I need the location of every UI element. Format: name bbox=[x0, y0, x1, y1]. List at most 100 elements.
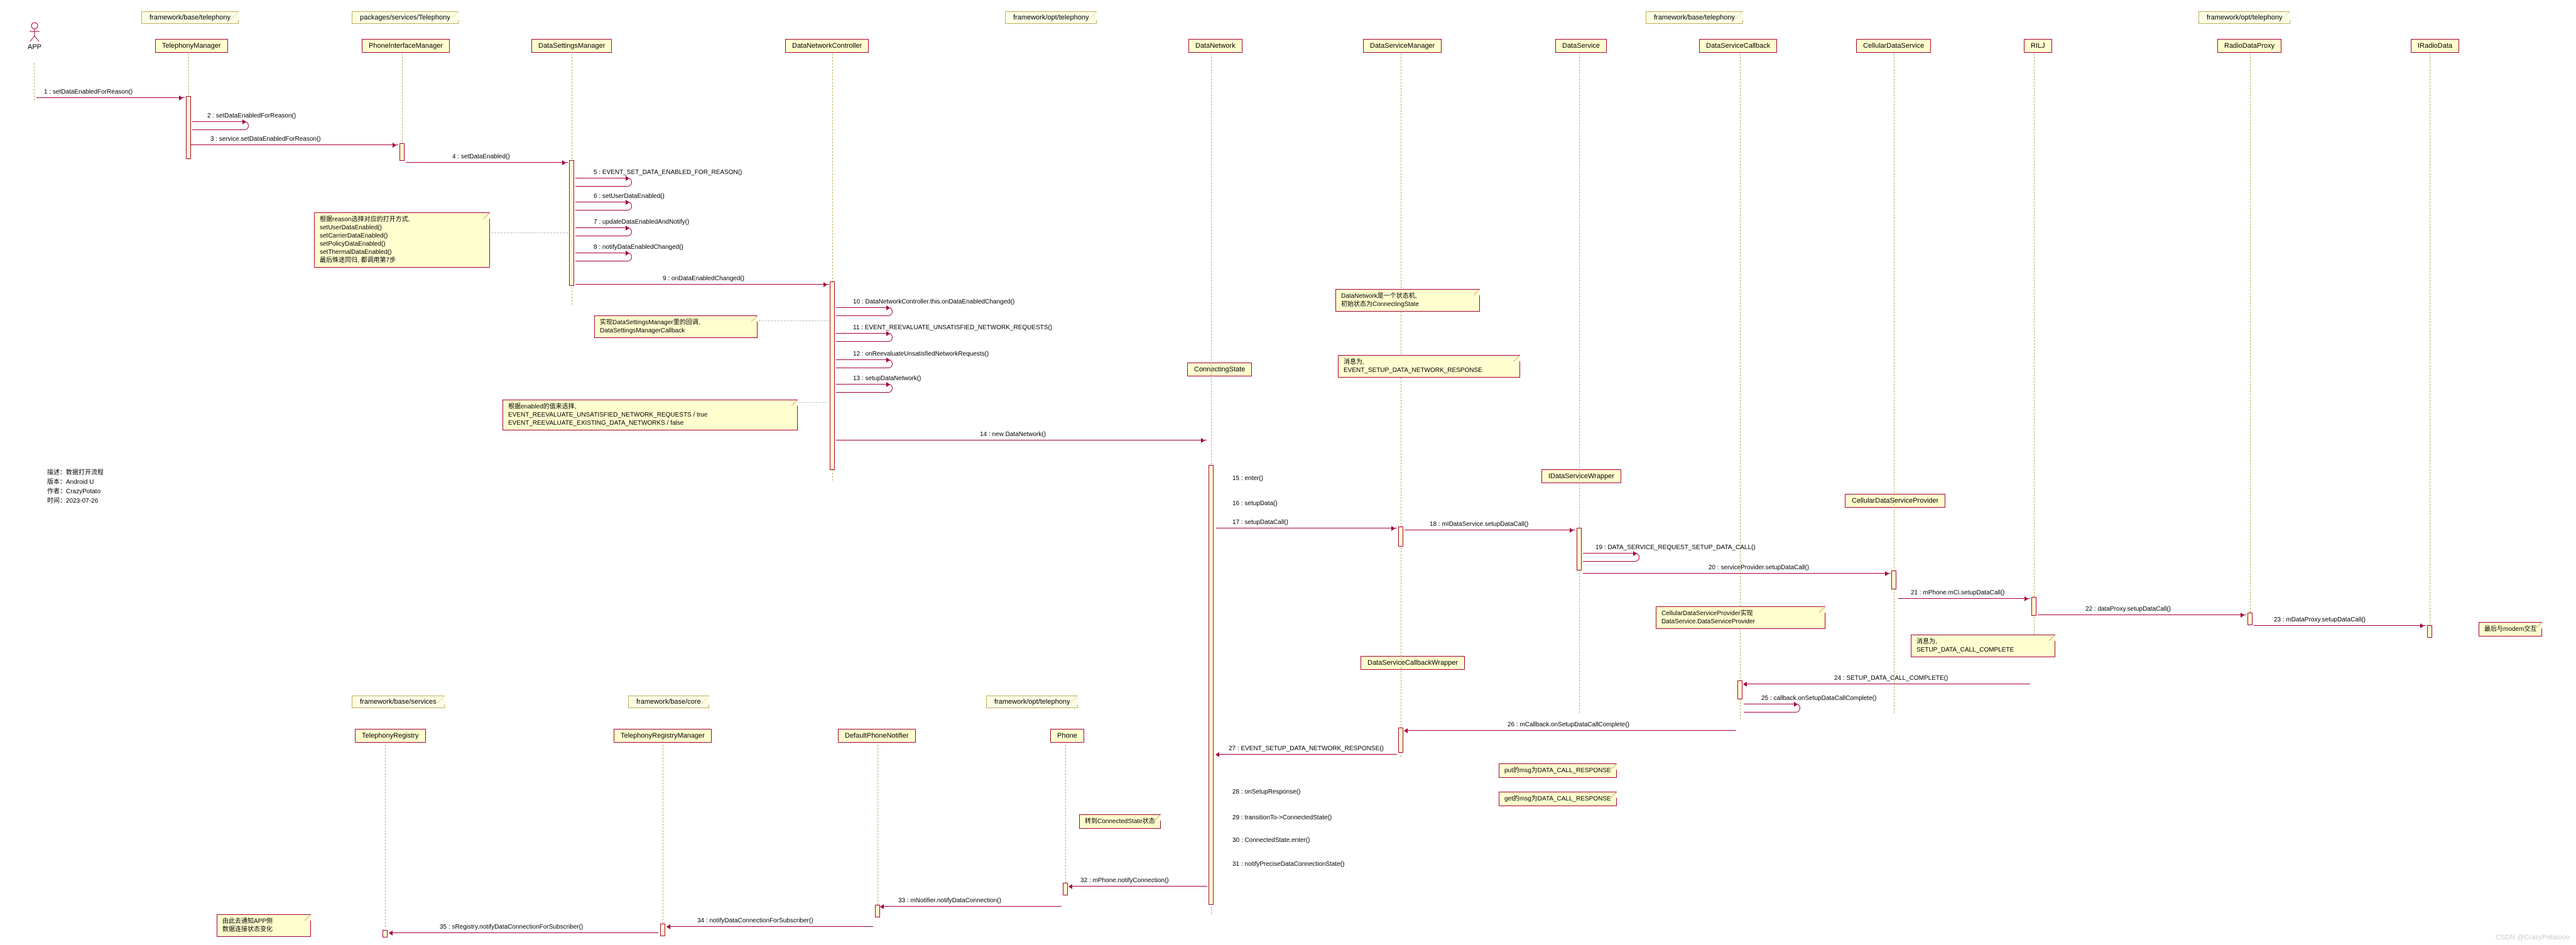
message-arrow bbox=[1583, 573, 1891, 574]
activation bbox=[569, 160, 574, 286]
note-line: DataSettingsManagerCallback bbox=[600, 327, 752, 335]
message-label: 33 : mNotifier.notifyDataConnection() bbox=[898, 897, 1001, 904]
message-arrow bbox=[1744, 704, 1800, 713]
message-label: 34 : notifyDataConnectionForSubscriber() bbox=[697, 917, 813, 924]
message-arrow bbox=[881, 906, 1062, 907]
message-arrow bbox=[389, 932, 658, 933]
message-label: 9 : onDataEnabledChanged() bbox=[663, 275, 744, 282]
participant: DataService bbox=[1555, 39, 1607, 53]
message-label: 27 : EVENT_SETUP_DATA_NETWORK_RESPONSE() bbox=[1229, 745, 1384, 752]
message-label: 35 : sRegistry.notifyDataConnectionForSu… bbox=[440, 924, 583, 931]
message-arrow bbox=[575, 178, 632, 187]
participant: DataServiceCallbackWrapper bbox=[1361, 656, 1465, 670]
message-arrow bbox=[836, 359, 893, 368]
note-line: DataNetwork是一个状态机, bbox=[1341, 292, 1474, 300]
participant: TelephonyRegistry bbox=[355, 729, 426, 743]
participant: CellularDataService bbox=[1856, 39, 1931, 53]
note-line: 根据reason选择对应的打开方式, bbox=[320, 216, 484, 224]
package-box: framework/opt/telephony bbox=[1005, 11, 1097, 24]
message-label: 12 : onReevaluateUnsatisfiedNetworkReque… bbox=[853, 351, 989, 358]
message-arrow bbox=[836, 384, 893, 393]
message-label: 21 : mPhone.mCi.setupDataCall() bbox=[1911, 589, 2005, 596]
participant: DataServiceCallback bbox=[1699, 39, 1777, 53]
activation bbox=[660, 924, 665, 936]
activation bbox=[1891, 571, 1896, 589]
message-label: 25 : callback.onSetupDataCallComplete() bbox=[1761, 695, 1876, 702]
note: 由此去通知APP侧 数据连接状态变化 bbox=[217, 914, 311, 937]
activation bbox=[1737, 680, 1742, 699]
participant: DefaultPhoneNotifier bbox=[838, 729, 916, 743]
note-line: 消息为, bbox=[1344, 358, 1514, 366]
note: 消息为, SETUP_DATA_CALL_COMPLETE bbox=[1911, 635, 2055, 657]
participant: IDataServiceWrapper bbox=[1541, 469, 1621, 483]
activation bbox=[1398, 728, 1403, 753]
note-line: setPolicyDataEnabled() bbox=[320, 240, 484, 248]
note-line: 根据enabled的值来选择, bbox=[508, 403, 792, 411]
message-arrow bbox=[667, 926, 873, 927]
note-connector bbox=[759, 320, 829, 321]
message-arrow bbox=[575, 202, 632, 210]
message-arrow bbox=[1583, 553, 1639, 562]
note-line: CellularDataServiceProvider实现 bbox=[1661, 609, 1820, 618]
message-label: 18 : mIDataService.setupDataCall() bbox=[1430, 521, 1528, 528]
note-line: DataService.DataServiceProvider bbox=[1661, 618, 1820, 626]
participant: PhoneInterfaceManager bbox=[362, 39, 450, 53]
package-box: framework/opt/telephony bbox=[986, 696, 1078, 708]
message-label: 23 : mDataProxy.setupDataCall() bbox=[2274, 616, 2366, 623]
meta-line: 时间：2023-07-26 bbox=[47, 496, 104, 506]
note: 根据enabled的值来选择, EVENT_REEVALUATE_UNSATIS… bbox=[503, 400, 798, 430]
note-line: SETUP_DATA_CALL_COMPLETE bbox=[1916, 646, 2050, 654]
participant: DataNetworkController bbox=[785, 39, 869, 53]
note: 根据reason选择对应的打开方式, setUserDataEnabled() … bbox=[314, 212, 490, 268]
participant: Phone bbox=[1050, 729, 1084, 743]
note-line: 实现DataSettingsManager里的回调, bbox=[600, 319, 752, 327]
message-label: 19 : DATA_SERVICE_REQUEST_SETUP_DATA_CAL… bbox=[1595, 544, 1756, 551]
message-label: 7 : updateDataEnabledAndNotify() bbox=[594, 219, 689, 226]
note-line: setCarrierDataEnabled() bbox=[320, 232, 484, 240]
message-arrow bbox=[575, 284, 829, 285]
participant: RILJ bbox=[2024, 39, 2052, 53]
activation bbox=[830, 281, 835, 470]
message-label: 20 : serviceProvider.setupDataCall() bbox=[1709, 564, 1809, 571]
message-label: 6 : setUserDataEnabled() bbox=[594, 193, 665, 200]
lifeline bbox=[2250, 53, 2251, 625]
message-arrow bbox=[575, 227, 632, 236]
note-connector bbox=[799, 402, 830, 403]
message-arrow bbox=[836, 307, 893, 316]
message-arrow bbox=[36, 97, 185, 98]
watermark: CSDN @CrazyPotatooo bbox=[2496, 934, 2570, 941]
message-label: 17 : setupDataCall() bbox=[1232, 519, 1288, 526]
note-line: 最后殊途同归, 都调用第7步 bbox=[320, 256, 484, 265]
message-label: 2 : setDataEnabledForReason() bbox=[207, 112, 296, 119]
participant: DataServiceManager bbox=[1363, 39, 1442, 53]
note: 转到ConnectedState状态 bbox=[1079, 814, 1161, 829]
message-label: 5 : EVENT_SET_DATA_ENABLED_FOR_REASON() bbox=[594, 169, 742, 176]
message-label: 11 : EVENT_REEVALUATE_UNSATISFIED_NETWOR… bbox=[853, 324, 1052, 331]
message-arrow bbox=[1216, 754, 1397, 755]
lifeline bbox=[385, 745, 386, 927]
participant: RadioDataProxy bbox=[2217, 39, 2281, 53]
message-label: 24 : SETUP_DATA_CALL_COMPLETE() bbox=[1834, 675, 1948, 682]
message-label: 3 : service.setDataEnabledForReason() bbox=[210, 136, 321, 143]
lifeline bbox=[1579, 53, 1580, 713]
lifeline bbox=[1065, 745, 1066, 889]
message-label: 4 : setDataEnabled() bbox=[452, 153, 510, 160]
message-label: 14 : new DataNetwork() bbox=[980, 431, 1046, 438]
lifeline bbox=[2034, 53, 2035, 644]
stick-figure-icon bbox=[28, 22, 41, 42]
message-label: 16 : setupData() bbox=[1232, 500, 1278, 507]
message-label: 8 : notifyDataEnabledChanged() bbox=[594, 244, 683, 251]
participant: DataNetwork bbox=[1188, 39, 1242, 53]
note-line: EVENT_SETUP_DATA_NETWORK_RESPONSE bbox=[1344, 366, 1514, 374]
message-arrow bbox=[2254, 625, 2426, 626]
activation bbox=[399, 143, 405, 161]
note-line: 初始状态为ConnectingState bbox=[1341, 300, 1474, 309]
note-line: EVENT_REEVALUATE_EXISTING_DATA_NETWORKS … bbox=[508, 419, 792, 427]
activation bbox=[1398, 527, 1403, 547]
participant: IRadioData bbox=[2411, 39, 2459, 53]
meta-line: 版本：Android U bbox=[47, 478, 104, 487]
note: 实现DataSettingsManager里的回调, DataSettingsM… bbox=[594, 315, 758, 338]
package-box: framework/opt/telephony bbox=[2198, 11, 2290, 24]
message-label: 31 : notifyPreciseDataConnectionState() bbox=[1232, 861, 1344, 868]
message-label: 29 : transitionTo->ConnectedState() bbox=[1232, 814, 1332, 821]
